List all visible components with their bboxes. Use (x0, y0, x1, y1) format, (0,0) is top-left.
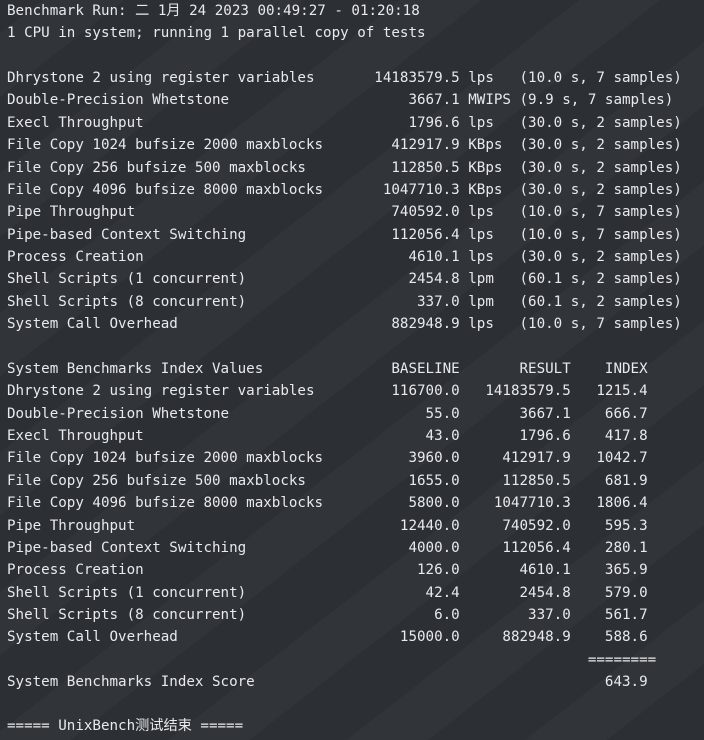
index-header-line: System Benchmarks Index Values BASELINE … (7, 361, 648, 377)
footer-line: ===== UnixBench测试结束 ===== (7, 718, 244, 734)
result-line: File Copy 4096 bufsize 8000 maxblocks 10… (7, 182, 682, 198)
index-row: Execl Throughput 43.0 1796.6 417.8 (7, 428, 648, 444)
index-row: File Copy 1024 bufsize 2000 maxblocks 39… (7, 450, 648, 466)
result-line: Dhrystone 2 using register variables 141… (7, 70, 682, 86)
index-score-line: System Benchmarks Index Score 643.9 (7, 674, 648, 690)
benchmark-run-line: Benchmark Run: 二 1月 24 2023 00:49:27 - 0… (7, 3, 420, 19)
result-line: File Copy 1024 bufsize 2000 maxblocks 41… (7, 137, 682, 153)
result-line: Execl Throughput 1796.6 lps (30.0 s, 2 s… (7, 115, 682, 131)
result-line: File Copy 256 bufsize 500 maxblocks 1128… (7, 160, 682, 176)
result-line: Pipe-based Context Switching 112056.4 lp… (7, 227, 682, 243)
result-line: Pipe Throughput 740592.0 lps (10.0 s, 7 … (7, 204, 682, 220)
index-row: Double-Precision Whetstone 55.0 3667.1 6… (7, 406, 648, 422)
index-row: Process Creation 126.0 4610.1 365.9 (7, 562, 648, 578)
index-row: Pipe-based Context Switching 4000.0 1120… (7, 540, 648, 556)
index-row: Shell Scripts (1 concurrent) 42.4 2454.8… (7, 585, 648, 601)
separator-line: ======== (7, 652, 657, 668)
index-row: File Copy 4096 bufsize 8000 maxblocks 58… (7, 495, 648, 511)
terminal-output[interactable]: Benchmark Run: 二 1月 24 2023 00:49:27 - 0… (0, 0, 704, 740)
index-row: Pipe Throughput 12440.0 740592.0 595.3 (7, 518, 648, 534)
cpu-info-line: 1 CPU in system; running 1 parallel copy… (7, 25, 426, 41)
index-row: System Call Overhead 15000.0 882948.9 58… (7, 629, 648, 645)
index-row: Shell Scripts (8 concurrent) 6.0 337.0 5… (7, 607, 648, 623)
result-line: Process Creation 4610.1 lps (30.0 s, 2 s… (7, 249, 682, 265)
index-row: File Copy 256 bufsize 500 maxblocks 1655… (7, 473, 648, 489)
result-line: Shell Scripts (8 concurrent) 337.0 lpm (… (7, 294, 682, 310)
result-line: Double-Precision Whetstone 3667.1 MWIPS … (7, 92, 674, 108)
result-line: System Call Overhead 882948.9 lps (10.0 … (7, 316, 682, 332)
index-row: Dhrystone 2 using register variables 116… (7, 383, 648, 399)
result-line: Shell Scripts (1 concurrent) 2454.8 lpm … (7, 271, 682, 287)
